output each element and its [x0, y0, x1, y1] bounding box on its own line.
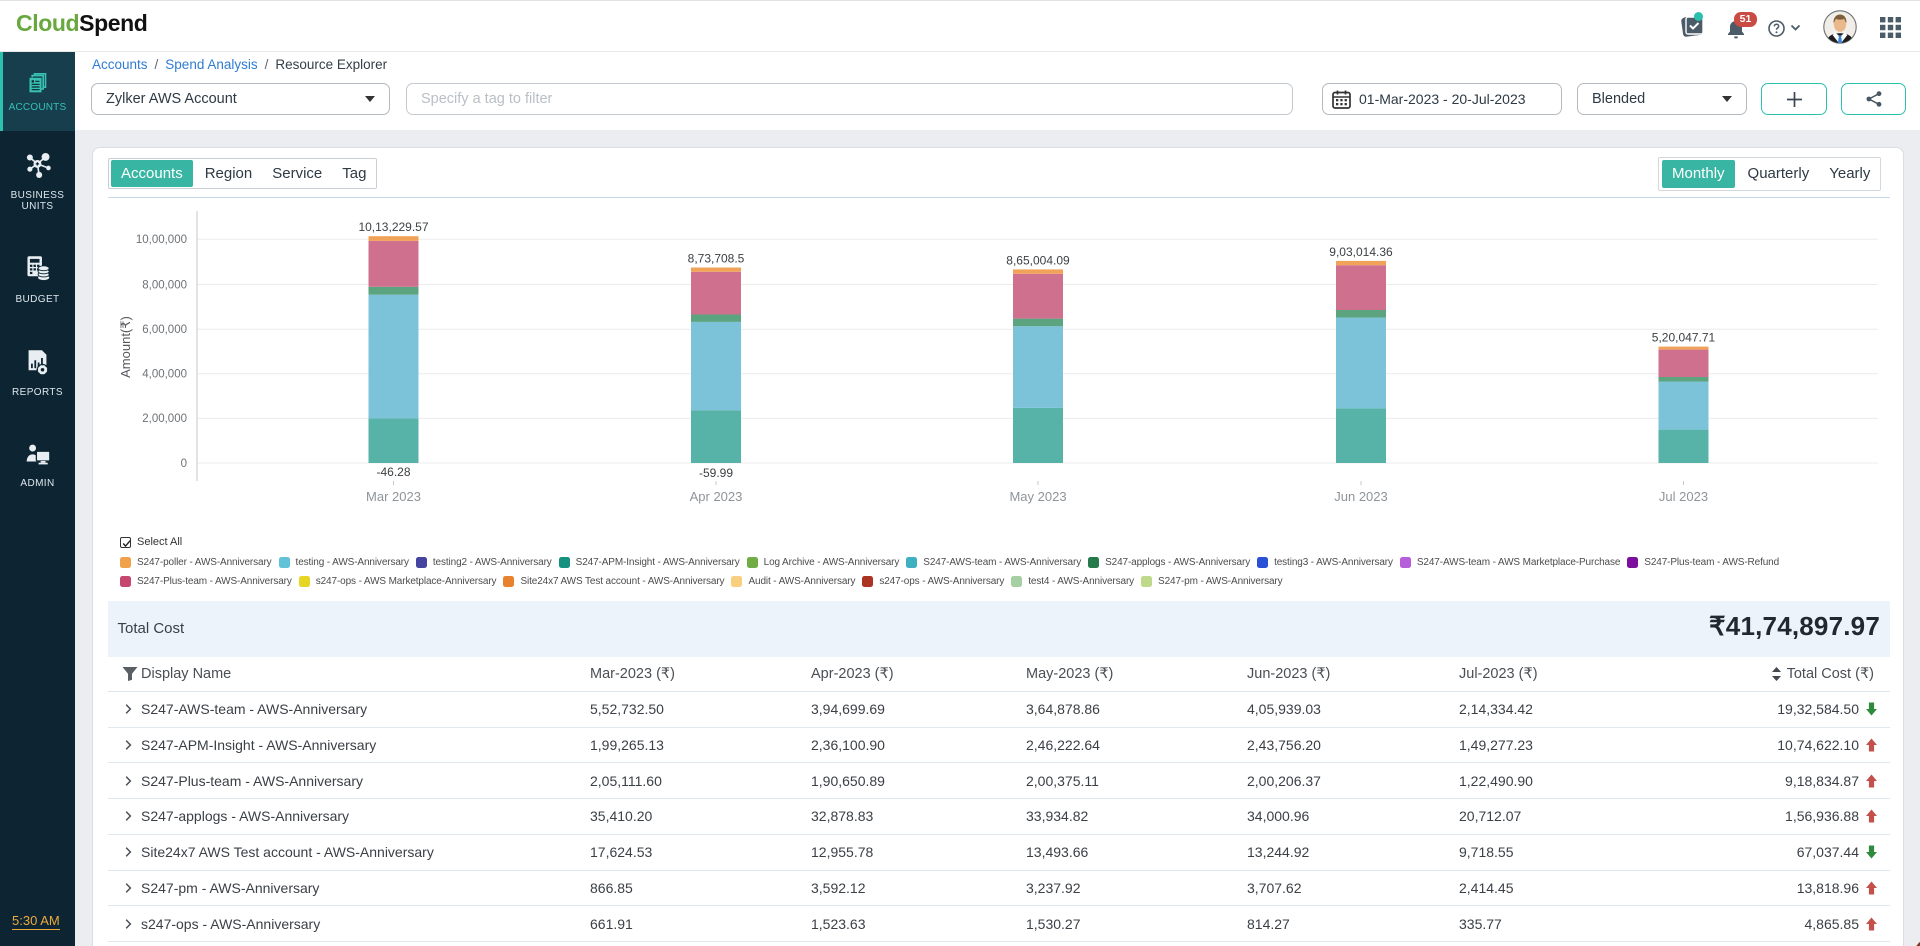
- svg-text:5,20,047.71: 5,20,047.71: [1652, 331, 1716, 345]
- svg-text:Mar 2023: Mar 2023: [366, 489, 421, 504]
- svg-text:Jun 2023: Jun 2023: [1334, 489, 1388, 504]
- svg-text:2,00,000: 2,00,000: [142, 413, 187, 425]
- svg-text:8,73,708.5: 8,73,708.5: [688, 252, 745, 266]
- svg-text:Jul 2023: Jul 2023: [1659, 489, 1708, 504]
- svg-text:8,65,004.09: 8,65,004.09: [1006, 253, 1070, 267]
- svg-text:-46.28: -46.28: [376, 465, 410, 479]
- svg-text:10,13,229.57: 10,13,229.57: [358, 220, 428, 234]
- svg-text:Apr 2023: Apr 2023: [690, 489, 743, 504]
- svg-text:10,00,000: 10,00,000: [136, 234, 187, 246]
- svg-text:Amount(₹): Amount(₹): [118, 316, 133, 378]
- svg-text:9,03,014.36: 9,03,014.36: [1329, 245, 1393, 259]
- svg-text:May 2023: May 2023: [1009, 489, 1066, 504]
- svg-text:4,00,000: 4,00,000: [142, 369, 187, 381]
- svg-text:-59.99: -59.99: [699, 466, 733, 480]
- svg-text:0: 0: [181, 458, 187, 470]
- svg-text:6,00,000: 6,00,000: [142, 324, 187, 336]
- svg-text:8,00,000: 8,00,000: [142, 279, 187, 291]
